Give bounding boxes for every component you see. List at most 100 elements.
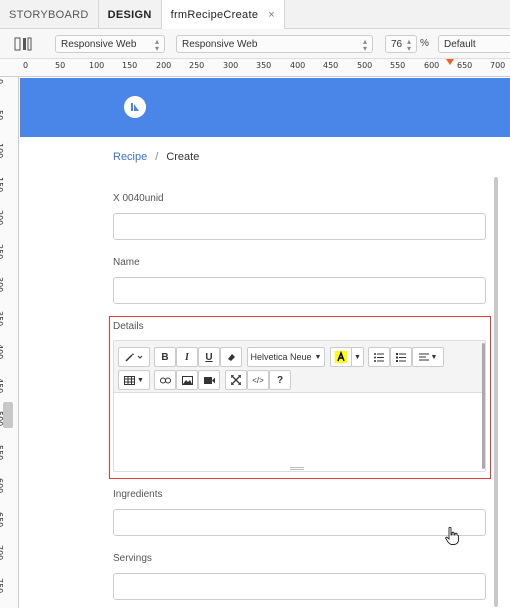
zoom-stepper[interactable]: 76 ▴ ▾ bbox=[385, 35, 417, 53]
design-toolbar: Responsive Web ▴ ▾ Responsive Web ▴ ▾ 76 ▴… bbox=[0, 29, 510, 59]
font-color-dropdown[interactable]: ▼ bbox=[351, 347, 364, 367]
table-dropdown[interactable]: ▼ bbox=[118, 370, 150, 390]
ruler-tick: 500 bbox=[357, 61, 373, 70]
font-color-button[interactable] bbox=[330, 347, 352, 367]
close-icon[interactable]: × bbox=[268, 9, 275, 21]
ruler-tick: 700 bbox=[0, 545, 4, 561]
help-button[interactable]: ? bbox=[269, 370, 291, 390]
link-icon bbox=[159, 377, 171, 383]
caret-down-icon: ▼ bbox=[314, 353, 322, 361]
ruler-tick: 0 bbox=[23, 61, 29, 70]
split-view-icon[interactable] bbox=[14, 37, 32, 51]
eraser-button[interactable] bbox=[220, 347, 242, 367]
ruler-tick: 550 bbox=[0, 445, 4, 461]
code-view-button[interactable]: </> bbox=[247, 370, 269, 390]
ruler-tick: 600 bbox=[0, 478, 4, 494]
bold-button[interactable]: B bbox=[154, 347, 176, 367]
field-label-name: Name bbox=[113, 257, 140, 268]
breadcrumb-current: Create bbox=[166, 151, 200, 163]
tab-storyboard-label: STORYBOARD bbox=[9, 8, 89, 21]
ruler-tick: 650 bbox=[457, 61, 473, 70]
tab-storyboard[interactable]: STORYBOARD bbox=[0, 0, 99, 29]
ruler-tick: 50 bbox=[55, 61, 66, 70]
ruler-tick: 200 bbox=[0, 210, 4, 226]
video-icon bbox=[203, 376, 215, 384]
tab-file[interactable]: frmRecipeCreate × bbox=[161, 0, 285, 30]
ruler-tick: 700 bbox=[490, 61, 506, 70]
details-rich-text-editor[interactable]: B I U Helvetica Neue ▼ ▼ ▼ ▼ </> ? bbox=[113, 340, 486, 472]
editor-scrollbar[interactable] bbox=[482, 343, 485, 469]
zoom-unit: % bbox=[420, 38, 429, 49]
fullscreen-button[interactable] bbox=[225, 370, 247, 390]
skin-select[interactable]: Default bbox=[438, 35, 510, 53]
ruler-tick: 600 bbox=[424, 61, 440, 70]
canvas-scrollbar[interactable] bbox=[494, 177, 498, 607]
ruler-tick: 400 bbox=[0, 344, 4, 360]
breadcrumb-link-recipe[interactable]: Recipe bbox=[113, 151, 147, 163]
insert-image-button[interactable] bbox=[176, 370, 198, 390]
chevron-updown-icon: ▴ ▾ bbox=[154, 37, 159, 53]
eraser-icon bbox=[228, 354, 235, 361]
caret-down-icon: ▼ bbox=[354, 353, 361, 361]
form-factor-value: Responsive Web bbox=[61, 38, 137, 50]
table-icon bbox=[124, 375, 136, 385]
numbered-list-button[interactable] bbox=[390, 347, 412, 367]
hand-pointer-icon bbox=[445, 527, 459, 545]
ruler-tick: 250 bbox=[189, 61, 205, 70]
ruler-tick: 200 bbox=[156, 61, 172, 70]
horizontal-ruler: 0 50 100 150 200 250 300 350 400 450 500… bbox=[0, 59, 510, 77]
magic-wand-icon bbox=[125, 353, 143, 362]
ruler-tick: 550 bbox=[390, 61, 406, 70]
app-logo-icon bbox=[124, 96, 146, 118]
form-factor-select[interactable]: Responsive Web ▴ ▾ bbox=[55, 35, 165, 53]
image-icon bbox=[181, 375, 193, 385]
app-header bbox=[20, 78, 510, 137]
underline-button[interactable]: U bbox=[198, 347, 220, 367]
paragraph-align-dropdown[interactable]: ▼ bbox=[412, 347, 444, 367]
ruler-tick: 100 bbox=[0, 143, 4, 159]
style-magic-button[interactable] bbox=[118, 347, 150, 367]
breakpoint-select[interactable]: Responsive Web ▴ ▾ bbox=[176, 35, 373, 53]
italic-button[interactable]: I bbox=[176, 347, 198, 367]
ruler-tick: 750 bbox=[0, 578, 4, 594]
breakpoint-value: Responsive Web bbox=[182, 38, 258, 50]
unordered-list-icon bbox=[374, 352, 384, 362]
breadcrumb-separator: / bbox=[155, 151, 159, 163]
tab-file-label: frmRecipeCreate bbox=[170, 9, 259, 21]
insert-video-button[interactable] bbox=[198, 370, 220, 390]
expand-arrows-icon bbox=[231, 375, 241, 385]
skin-value: Default bbox=[444, 38, 476, 50]
insert-link-button[interactable] bbox=[154, 370, 176, 390]
tab-design[interactable]: DESIGN bbox=[99, 0, 162, 29]
align-left-icon bbox=[418, 353, 429, 361]
ruler-tick: 150 bbox=[122, 61, 138, 70]
position-marker-icon[interactable] bbox=[446, 59, 454, 65]
field-label-ingredients: Ingredients bbox=[113, 489, 163, 500]
caret-down-icon: ▼ bbox=[137, 376, 144, 384]
breadcrumb: Recipe / Create bbox=[113, 151, 199, 163]
ruler-tick: 300 bbox=[223, 61, 239, 70]
caret-down-icon: ▼ bbox=[430, 353, 438, 361]
bullet-list-button[interactable] bbox=[368, 347, 390, 367]
ruler-tick: 350 bbox=[0, 311, 4, 327]
font-color-icon bbox=[335, 351, 347, 363]
ruler-drag-handle[interactable] bbox=[3, 402, 13, 428]
field-label-details: Details bbox=[113, 321, 144, 332]
resize-grip-icon[interactable] bbox=[290, 467, 304, 470]
ruler-tick: 100 bbox=[89, 61, 105, 70]
name-field[interactable] bbox=[113, 277, 486, 304]
tab-design-label: DESIGN bbox=[107, 8, 152, 21]
zoom-value: 76 bbox=[391, 38, 403, 50]
font-family-dropdown[interactable]: Helvetica Neue ▼ bbox=[247, 347, 325, 367]
ruler-tick: 450 bbox=[323, 61, 339, 70]
ruler-tick: 0 bbox=[0, 79, 4, 84]
ruler-tick: 350 bbox=[256, 61, 272, 70]
field-label-servings: Servings bbox=[113, 553, 152, 564]
unid-field[interactable] bbox=[113, 213, 486, 240]
ingredients-field[interactable] bbox=[113, 509, 486, 536]
servings-field[interactable] bbox=[113, 573, 486, 600]
ruler-tick: 400 bbox=[290, 61, 306, 70]
field-label-unid: X 0040unid bbox=[113, 193, 164, 204]
design-canvas[interactable]: Recipe / Create X 0040unid Name Details B … bbox=[20, 78, 510, 608]
ruler-tick: 250 bbox=[0, 244, 4, 260]
